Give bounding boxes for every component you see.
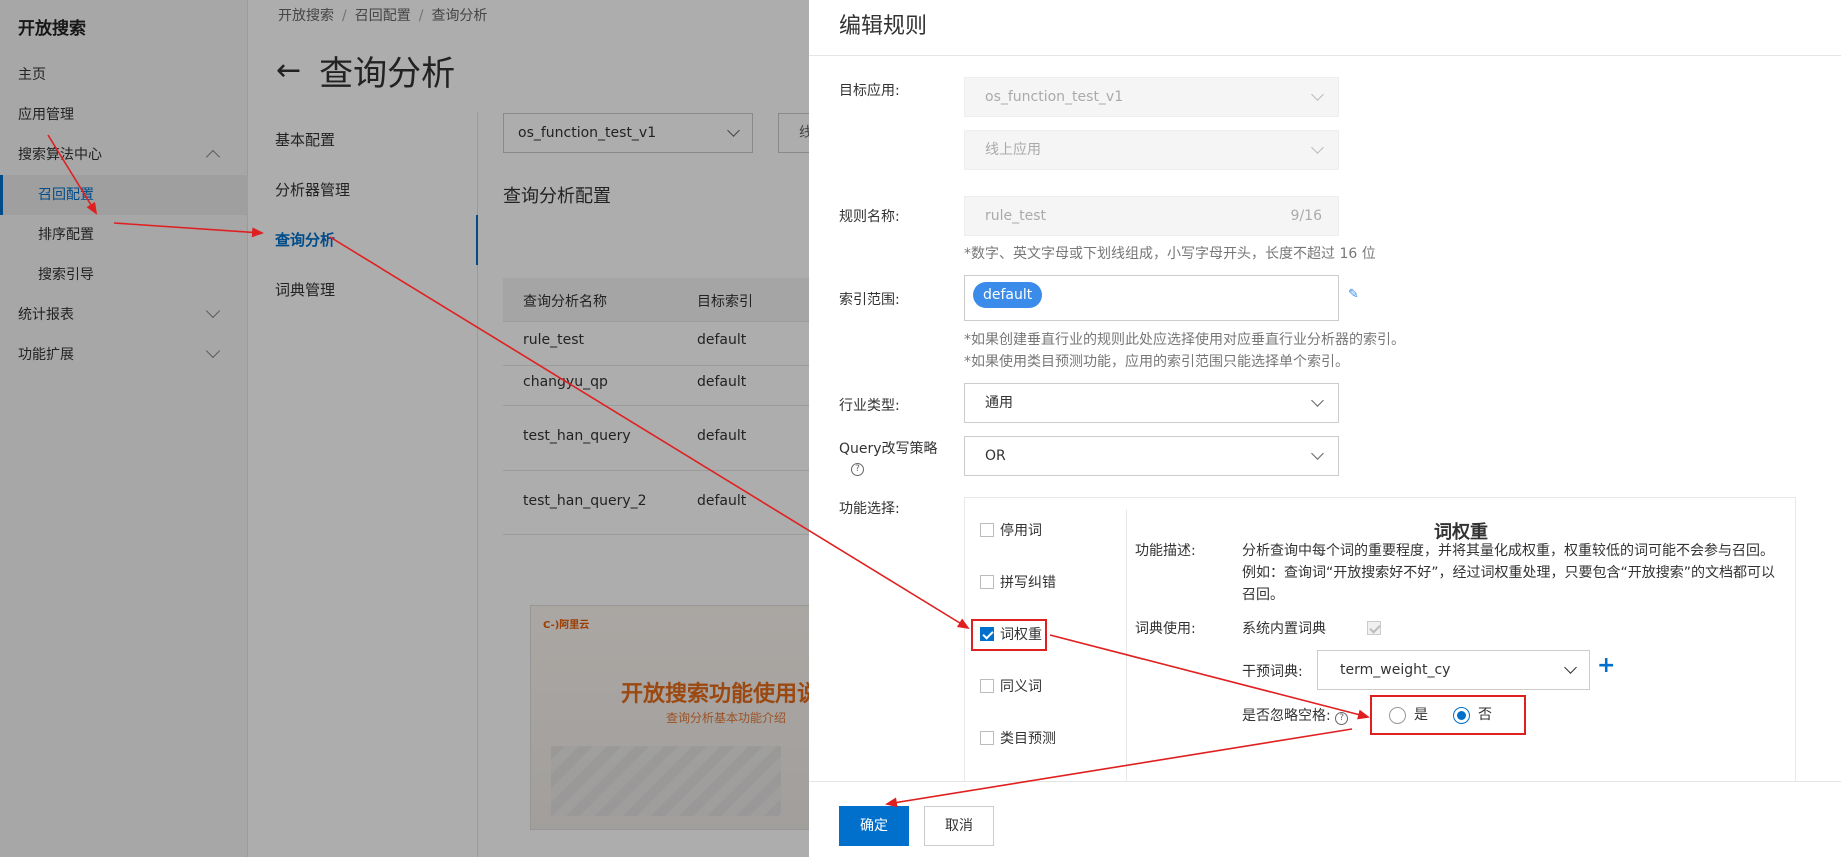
desc-label: 功能描述: [1135,543,1196,559]
feature-label: 停用词 [1000,523,1042,539]
drawer-footer: 确定 取消 [809,781,1841,857]
target-version-value: 线上应用 [985,142,1041,158]
annotation-highlight-box [1370,695,1526,735]
feature-detail: 词权重 功能描述: 分析查询中每个词的重要程度，并将其量化成权重，权重较低的词可… [1127,498,1795,784]
builtin-dict-checkbox [1367,621,1381,635]
feature-label: 类目预测 [1000,731,1056,747]
checkbox[interactable] [980,679,994,693]
industry-select[interactable]: 通用 [964,383,1339,423]
index-scope-label: 索引范围: [839,292,900,308]
modal-overlay[interactable] [0,0,809,857]
index-tag[interactable]: default [973,282,1043,308]
intervene-dict-label: 干预词典: [1242,664,1303,680]
feature-category-prediction[interactable]: 类目预测 [980,728,1056,748]
index-scope-field[interactable]: default [964,275,1339,321]
query-rewrite-value: OR [985,448,1006,464]
dict-usage-label: 词典使用: [1135,621,1196,637]
confirm-button[interactable]: 确定 [839,806,909,846]
chevron-down-icon [1311,394,1324,407]
feature-label: 拼写纠错 [1000,575,1056,591]
rule-name-hint: *数字、英文字母或下划线组成，小写字母开头，长度不超过 16 位 [964,246,1376,262]
chevron-down-icon [1564,661,1577,674]
feature-select-label: 功能选择: [839,501,900,517]
help-icon[interactable]: ? [851,463,864,476]
ignore-space-label: 是否忽略空格: ? [1242,705,1349,725]
edit-icon[interactable]: ✎ [1348,287,1359,302]
cancel-button[interactable]: 取消 [924,806,994,846]
rule-name-value: rule_test [985,208,1047,224]
checkbox[interactable] [980,731,994,745]
target-app-value: os_function_test_v1 [985,89,1124,105]
feature-selector: 停用词 拼写纠错 词权重 同义词 类目预测 词权重 功能描述: 分析查询中每个词… [964,497,1796,784]
query-rewrite-select[interactable]: OR [964,436,1339,476]
feature-description: 分析查询中每个词的重要程度，并将其量化成权重，权重较低的词可能不会参与召回。例如… [1242,543,1776,603]
chevron-down-icon [1311,141,1324,154]
ignore-space-label-text: 是否忽略空格: [1242,708,1331,724]
intervene-dict-value: term_weight_cy [1340,662,1451,678]
builtin-dict-label: 系统内置词典 [1242,621,1326,637]
target-app-select: os_function_test_v1 [964,77,1339,117]
help-icon[interactable]: ? [1335,712,1349,725]
rule-name-input: rule_test 9/16 [964,196,1339,236]
char-counter: 9/16 [1290,208,1322,224]
drawer-title: 编辑规则 [839,14,928,39]
edit-rule-drawer: 编辑规则 目标应用: os_function_test_v1 线上应用 规则名称… [809,0,1841,857]
feature-synonyms[interactable]: 同义词 [980,676,1042,696]
feature-spellcheck[interactable]: 拼写纠错 [980,572,1056,592]
intervene-dict-select[interactable]: term_weight_cy [1317,650,1590,690]
target-app-label: 目标应用: [839,83,900,99]
industry-value: 通用 [985,395,1013,411]
checkbox[interactable] [980,575,994,589]
rule-name-label: 规则名称: [839,209,900,225]
checkbox[interactable] [980,523,994,537]
feature-label: 同义词 [1000,679,1042,695]
add-dict-button[interactable]: + [1597,653,1615,678]
chevron-down-icon [1311,447,1324,460]
industry-label: 行业类型: [839,398,900,414]
annotation-highlight-box [971,619,1047,651]
chevron-down-icon [1311,88,1324,101]
query-rewrite-label: Query改写策略 ? [839,438,938,476]
divider [809,55,1841,56]
target-version-select: 线上应用 [964,130,1339,170]
index-scope-hint: *如果创建垂直行业的规则此处应选择使用对应垂直行业分析器的索引。 [964,332,1405,348]
feature-stopwords[interactable]: 停用词 [980,520,1042,540]
index-scope-hint: *如果使用类目预测功能，应用的索引范围只能选择单个索引。 [964,354,1349,370]
query-rewrite-label-text: Query改写策略 [839,441,938,457]
